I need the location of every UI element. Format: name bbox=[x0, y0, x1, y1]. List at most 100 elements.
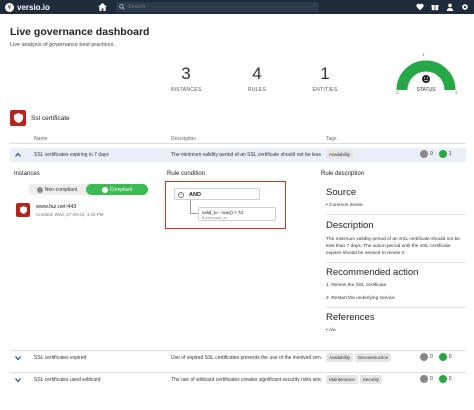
table-row[interactable]: SSL certificates used wildcard The use o… bbox=[10, 372, 466, 386]
grey-dot-icon bbox=[420, 150, 428, 158]
instance-item[interactable]: www.faz.net:443 Created: Wed, 27-09-23, … bbox=[14, 201, 154, 223]
page-title: Live governance dashboard bbox=[10, 26, 150, 38]
instance-host[interactable]: www.faz.net:443 bbox=[36, 204, 76, 210]
green-dot-icon bbox=[438, 150, 447, 158]
condition-field: $.data.valid_to bbox=[202, 216, 227, 220]
user-icon[interactable] bbox=[446, 3, 454, 11]
green-dot-icon bbox=[438, 353, 447, 361]
result-counts: 0 0 bbox=[420, 353, 452, 361]
rule-name: SSL certificates expiring in 7 days bbox=[34, 152, 109, 158]
divider bbox=[326, 214, 466, 215]
count-value: 1 bbox=[448, 151, 452, 157]
white-dot-icon bbox=[101, 186, 108, 193]
stat-label: RULES bbox=[247, 87, 267, 93]
chevron-down-icon[interactable] bbox=[15, 377, 21, 383]
tag[interactable]: Availability bbox=[326, 353, 354, 362]
smiley-icon bbox=[422, 75, 430, 83]
home-icon[interactable] bbox=[98, 3, 107, 11]
noncompliant-count[interactable]: 0 bbox=[420, 375, 433, 383]
logo-mark: v bbox=[5, 2, 14, 12]
table-row[interactable]: SSL certificates expired Use of expired … bbox=[10, 350, 466, 364]
rule-description: Use of expired SSL certificates prevents… bbox=[171, 355, 321, 361]
certificate-icon bbox=[10, 110, 26, 126]
section-title: Ssl certificate bbox=[31, 115, 70, 122]
compliance-toggle[interactable]: Non-compliant Compliant bbox=[28, 184, 148, 195]
tag[interactable]: Availability bbox=[326, 150, 354, 159]
instances-heading: Instances bbox=[14, 171, 40, 177]
instance-date: Created: Wed, 27-09-23, 4:34 PM bbox=[36, 212, 104, 217]
table-row[interactable]: SSL certificates expiring in 7 days The … bbox=[10, 148, 466, 162]
compliant-count[interactable]: 0 bbox=[438, 375, 452, 383]
stat-entities[interactable]: 1 ENTITIES bbox=[300, 64, 350, 93]
references-text: n/a bbox=[329, 328, 336, 333]
collapse-icon[interactable]: − bbox=[178, 191, 184, 198]
compliant-tab[interactable]: Compliant bbox=[86, 184, 148, 195]
condition-node[interactable]: valid_to - now() > 7d $.data.valid_to bbox=[198, 207, 276, 221]
description-title: Description bbox=[326, 220, 374, 231]
tree-connector bbox=[190, 200, 198, 214]
rule-name: SSL certificates expired bbox=[34, 355, 87, 361]
top-right-icons bbox=[416, 3, 469, 11]
heart-icon[interactable] bbox=[416, 3, 424, 11]
gift-icon[interactable] bbox=[431, 3, 439, 11]
app-logo[interactable]: v versio.io bbox=[5, 2, 50, 12]
tag[interactable]: Deconstruction bbox=[355, 353, 392, 362]
chevron-up-icon[interactable] bbox=[15, 152, 21, 158]
count-value: 0 bbox=[430, 376, 433, 382]
stat-value: 1 bbox=[320, 64, 330, 83]
chevron-down-icon[interactable] bbox=[15, 355, 21, 361]
rule-condition-box: − AND valid_to - now() > 7d $.data.valid… bbox=[165, 181, 286, 229]
green-dot-icon bbox=[438, 375, 447, 383]
column-header-tags[interactable]: Tags bbox=[326, 136, 337, 142]
result-counts: 0 1 bbox=[420, 150, 452, 158]
recommended-step-1: 1. Renew the SSL certificate. bbox=[326, 283, 388, 288]
divider bbox=[326, 262, 466, 263]
noncompliant-count[interactable]: 0 bbox=[420, 353, 433, 361]
condition-expression: valid_to - now() > 7d bbox=[202, 210, 243, 215]
tab-label: Compliant bbox=[109, 186, 133, 193]
stat-label: ENTITIES bbox=[312, 87, 338, 93]
rule-name: SSL certificates used wildcard bbox=[34, 377, 101, 383]
table-header: Name Description Tags bbox=[10, 134, 466, 144]
gauge-label: STATUS bbox=[416, 87, 436, 93]
recommended-title: Recommended action bbox=[326, 267, 419, 278]
count-value: 0 bbox=[448, 376, 452, 382]
gauge-min: 0 bbox=[396, 90, 399, 95]
tag[interactable]: Maintenance bbox=[326, 375, 358, 384]
rule-description: The minimum validity period of an SSL ce… bbox=[171, 152, 321, 158]
grey-dot-icon bbox=[420, 353, 428, 361]
noncompliant-tab[interactable]: Non-compliant bbox=[28, 184, 86, 195]
gear-icon[interactable] bbox=[461, 3, 469, 11]
stat-rules[interactable]: 4 RULES bbox=[232, 64, 282, 93]
page-subtitle: Live analysis of governance best practic… bbox=[10, 42, 115, 48]
grey-dot-icon bbox=[36, 186, 43, 193]
compliant-count[interactable]: 0 bbox=[438, 353, 452, 361]
search-box[interactable] bbox=[116, 2, 319, 12]
count-value: 0 bbox=[430, 151, 433, 157]
gauge-max: 1 bbox=[455, 90, 458, 95]
tag-list: Availability Deconstruction bbox=[326, 353, 392, 362]
tag-list: Availability bbox=[326, 150, 354, 159]
stat-value: 4 bbox=[252, 64, 262, 83]
tag[interactable]: Security bbox=[359, 375, 383, 384]
top-navigation-bar: v versio.io bbox=[0, 0, 474, 14]
tag-list: Maintenance Security bbox=[326, 375, 383, 384]
column-header-description[interactable]: Description bbox=[171, 136, 196, 142]
noncompliant-count[interactable]: 0 bbox=[420, 150, 433, 158]
stat-label: INSTANCES bbox=[170, 87, 202, 93]
grey-dot-icon bbox=[420, 375, 428, 383]
column-header-name[interactable]: Name bbox=[34, 136, 47, 142]
count-value: 0 bbox=[448, 354, 452, 360]
search-input[interactable] bbox=[128, 4, 308, 10]
compliant-count[interactable]: 1 bbox=[438, 150, 452, 158]
and-label: AND bbox=[189, 191, 201, 198]
source-title: Source bbox=[326, 187, 357, 198]
source-text: Common sense. bbox=[329, 203, 364, 208]
rule-description-heading: Rule description bbox=[321, 171, 365, 177]
stat-instances[interactable]: 3 INSTANCES bbox=[161, 64, 211, 93]
divider bbox=[326, 307, 466, 308]
description-text: The minimum validity period of an SSL ce… bbox=[326, 237, 460, 256]
logo-text: versio.io bbox=[17, 2, 50, 12]
certificate-icon bbox=[16, 203, 30, 217]
and-node[interactable]: − AND bbox=[174, 188, 260, 200]
